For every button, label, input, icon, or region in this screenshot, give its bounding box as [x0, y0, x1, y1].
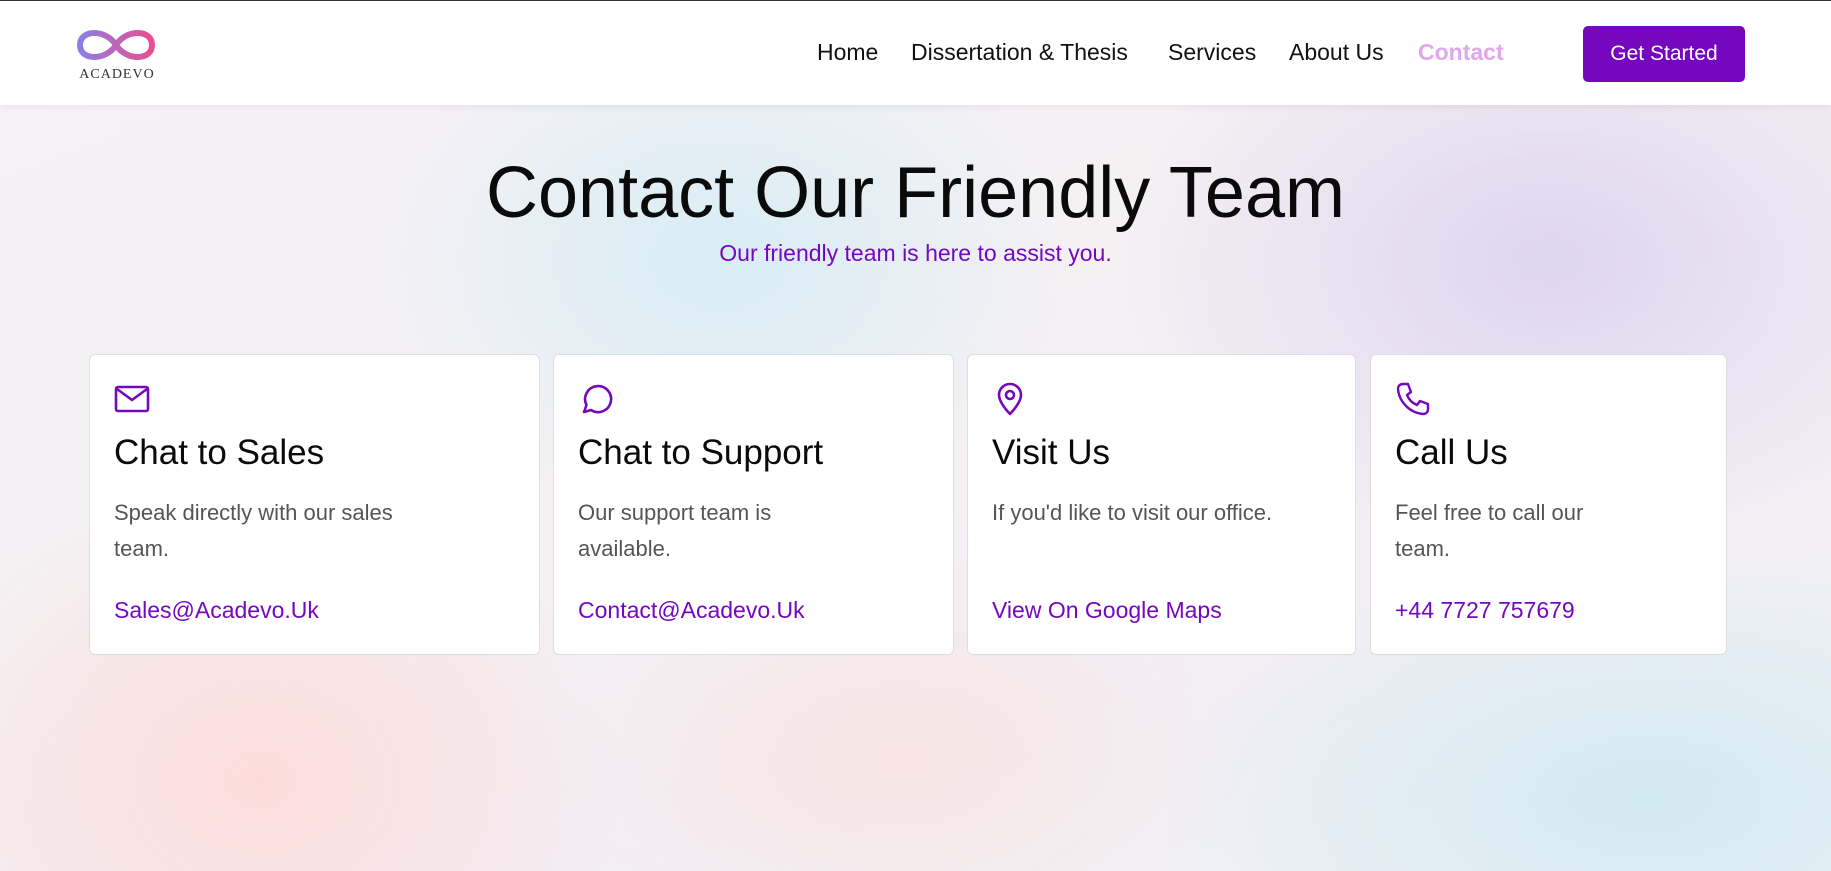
- get-started-button[interactable]: Get Started: [1583, 26, 1745, 82]
- card-title: Visit Us: [992, 433, 1110, 472]
- phone-number-link[interactable]: +44 7727 757679: [1395, 597, 1575, 624]
- page-title: Contact Our Friendly Team: [485, 153, 1345, 233]
- card-description: Our support team is available.: [578, 500, 772, 561]
- phone-icon: [1396, 382, 1430, 416]
- map-pin-icon: [997, 382, 1023, 416]
- card-description: Speak directly with our sales team.: [114, 500, 393, 561]
- nav-contact[interactable]: Contact: [1418, 39, 1504, 66]
- window-top-border: [0, 0, 1831, 1]
- card-description: If you'd like to visit our office.: [992, 500, 1273, 525]
- page-subtitle: Our friendly team is here to assist you.: [719, 240, 1112, 266]
- card-call-us: Call Us Feel free to call our team. +44 …: [1370, 354, 1727, 655]
- chat-bubble-icon: [582, 384, 613, 414]
- nav-home[interactable]: Home: [817, 39, 878, 66]
- site-header: ACADEVO Home Dissertation & Thesis Servi…: [0, 1, 1831, 105]
- nav-about-us[interactable]: About Us: [1289, 39, 1384, 66]
- card-title: Chat to Support: [578, 433, 824, 472]
- card-chat-to-sales: Chat to Sales Speak directly with our sa…: [89, 354, 540, 655]
- sales-email-link[interactable]: Sales@Acadevo.Uk: [114, 597, 319, 624]
- card-title: Chat to Sales: [114, 433, 325, 472]
- google-maps-link[interactable]: View On Google Maps: [992, 597, 1222, 624]
- support-email-link[interactable]: Contact@Acadevo.Uk: [578, 597, 805, 624]
- mail-icon: [114, 385, 150, 413]
- card-title: Call Us: [1395, 433, 1508, 472]
- infinity-logo-icon: [76, 30, 156, 60]
- nav-dissertation-thesis[interactable]: Dissertation & Thesis: [911, 39, 1128, 66]
- nav-services[interactable]: Services: [1168, 39, 1256, 66]
- card-chat-to-support: Chat to Support Our support team is avai…: [553, 354, 954, 655]
- card-description: Feel free to call our team.: [1395, 500, 1584, 561]
- logo-text: ACADEVO: [79, 67, 155, 82]
- card-visit-us: Visit Us If you'd like to visit our offi…: [967, 354, 1356, 655]
- site-logo[interactable]: ACADEVO: [72, 23, 158, 85]
